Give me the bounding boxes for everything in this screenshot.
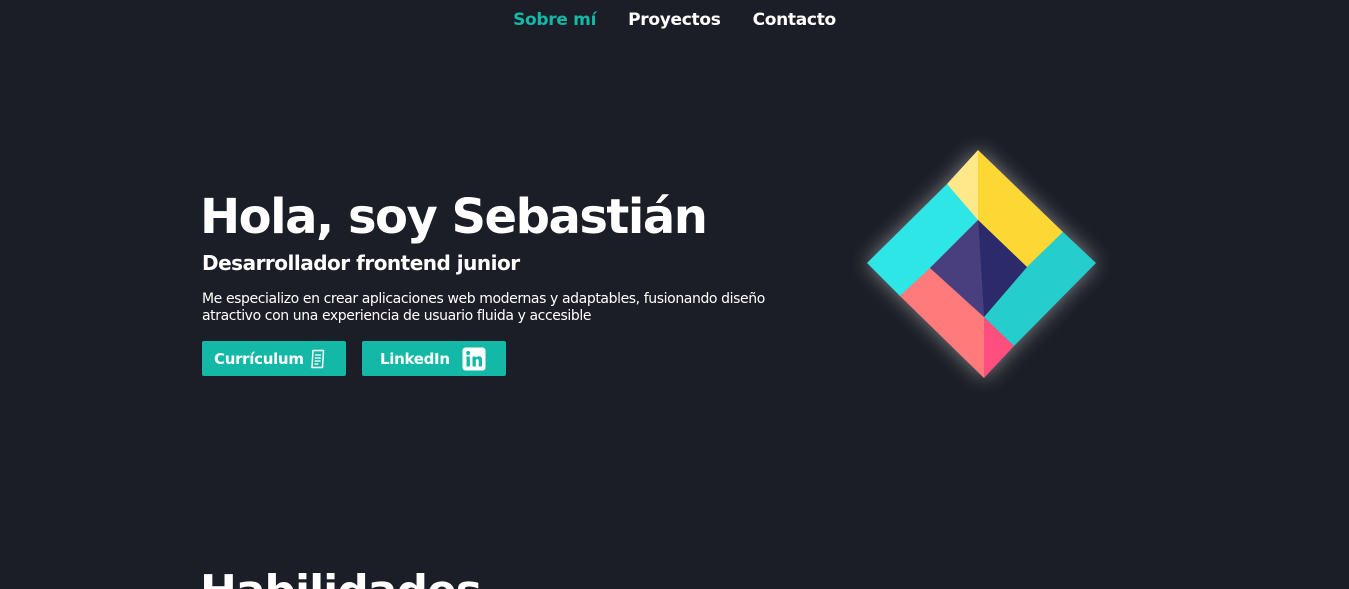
linkedin-button[interactable]: LinkedIn (362, 341, 506, 376)
diamond-logo (864, 150, 1096, 378)
hero-subtitle: Desarrollador frontend junior (202, 251, 520, 275)
nav-item-contacto[interactable]: Contacto (753, 10, 837, 30)
nav-item-sobre-mi[interactable]: Sobre mí (513, 10, 596, 30)
document-icon (310, 349, 326, 369)
top-nav: Sobre mí Proyectos Contacto (0, 10, 1349, 30)
curriculum-button-label: Currículum (214, 349, 304, 368)
curriculum-button[interactable]: Currículum (202, 341, 346, 376)
nav-item-proyectos[interactable]: Proyectos (628, 10, 721, 30)
linkedin-button-label: LinkedIn (380, 349, 450, 368)
linkedin-icon (462, 347, 486, 371)
skills-section-title: Habilidades (200, 566, 482, 589)
hero-description: Me especializo en crear aplicaciones web… (202, 291, 765, 324)
hero-title: Hola, soy Sebastián (200, 189, 708, 245)
page: Sobre mí Proyectos Contacto Hola, soy Se… (0, 0, 1349, 589)
